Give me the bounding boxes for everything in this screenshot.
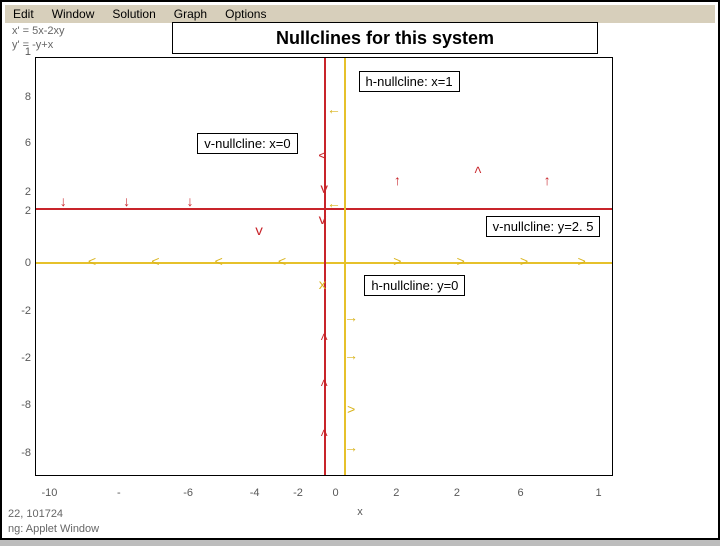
time-readout: 22, 101724	[8, 508, 63, 520]
chev-lt: <	[88, 256, 96, 270]
ytick: 6	[25, 137, 31, 149]
ytick: 2	[25, 205, 31, 217]
ytick: 1	[25, 46, 31, 58]
plot-title-text: Nullclines for this system	[276, 28, 494, 49]
y-axis-ticks: 1 8 6 2 2 0 -2 -2 -8 -8	[5, 52, 33, 483]
arrow-down: ↓	[122, 196, 130, 210]
menu-window[interactable]: Window	[50, 7, 97, 21]
ytick: -8	[21, 447, 31, 459]
tick-caret: ^	[320, 379, 328, 393]
xtick: 2	[454, 487, 460, 499]
menu-graph[interactable]: Graph	[172, 7, 209, 21]
plot-title: Nullclines for this system	[172, 22, 598, 54]
tick-caret: ^	[320, 429, 328, 443]
menu-edit[interactable]: Edit	[11, 7, 36, 21]
chev-lt: <	[151, 256, 159, 270]
label-h-null-x1: h-nullcline: x=1	[359, 71, 460, 92]
arr-right: →	[347, 350, 355, 364]
xtick: 0	[332, 487, 338, 499]
equation-1: x' = 5x-2xy	[12, 25, 65, 37]
label-v-null-x0: v-nullcline: x=0	[197, 133, 297, 154]
arrow-down: ↓	[59, 196, 67, 210]
tick-v: v	[320, 183, 328, 197]
menu-options[interactable]: Options	[223, 7, 268, 21]
h-nullcline-x1	[344, 58, 346, 475]
x-axis-label: x	[357, 506, 363, 518]
arr-left: ←	[330, 198, 338, 212]
tick-lt: <	[318, 150, 326, 164]
xtick: -	[117, 487, 121, 499]
tick-v: v	[318, 214, 326, 228]
arrow-up: ^	[474, 166, 482, 180]
v-nullcline-x0	[324, 58, 326, 475]
window-outer: Edit Window Solution Graph Options x' = …	[0, 0, 720, 540]
equation-2: y' = -y+x	[12, 39, 65, 51]
menu-solution[interactable]: Solution	[110, 7, 157, 21]
arrow-down-v: v	[255, 225, 263, 239]
ytick: 2	[25, 186, 31, 198]
plot-area: h-nullcline: x=1 v-nullcline: x=0 v-null…	[35, 57, 613, 476]
xtick: 1	[595, 487, 601, 499]
bottom-strip	[0, 540, 720, 546]
xtick: 2	[393, 487, 399, 499]
arrow-up: ↑	[393, 175, 401, 189]
label-v-null-y25: v-nullcline: y=2. 5	[486, 216, 601, 237]
ytick: -8	[21, 399, 31, 411]
arr-right: →	[347, 312, 355, 326]
xtick: 6	[517, 487, 523, 499]
menu-bar: Edit Window Solution Graph Options	[5, 5, 715, 23]
xtick: -4	[250, 487, 260, 499]
arr-right: →	[347, 442, 355, 456]
arr-left: ←	[330, 104, 338, 118]
footer-note: ng: Applet Window	[8, 523, 99, 535]
xtick: -2	[293, 487, 303, 499]
label-h-null-y0: h-nullcline: y=0	[364, 275, 465, 296]
arrow-down: ↓	[186, 196, 194, 210]
chev-gt: >	[393, 256, 401, 270]
ytick: 0	[25, 257, 31, 269]
xtick: -6	[183, 487, 193, 499]
chev-lt: <	[278, 256, 286, 270]
xtick: -10	[41, 487, 57, 499]
gt: >	[347, 404, 355, 418]
chev-lt: <	[215, 256, 223, 270]
chev-gt: >	[577, 256, 585, 270]
chev-gt: >	[520, 256, 528, 270]
ytick: -2	[21, 305, 31, 317]
chev-gt: >	[456, 256, 464, 270]
x-mark: x	[318, 279, 326, 293]
ytick: 8	[25, 91, 31, 103]
tick-caret: ^	[320, 333, 328, 347]
x-axis-ticks: -10 - -6 -4 -2 0 2 2 6 1	[35, 487, 613, 505]
ytick: -2	[21, 352, 31, 364]
equations-box: x' = 5x-2xy y' = -y+x	[12, 25, 65, 51]
arrow-up: ↑	[543, 175, 551, 189]
